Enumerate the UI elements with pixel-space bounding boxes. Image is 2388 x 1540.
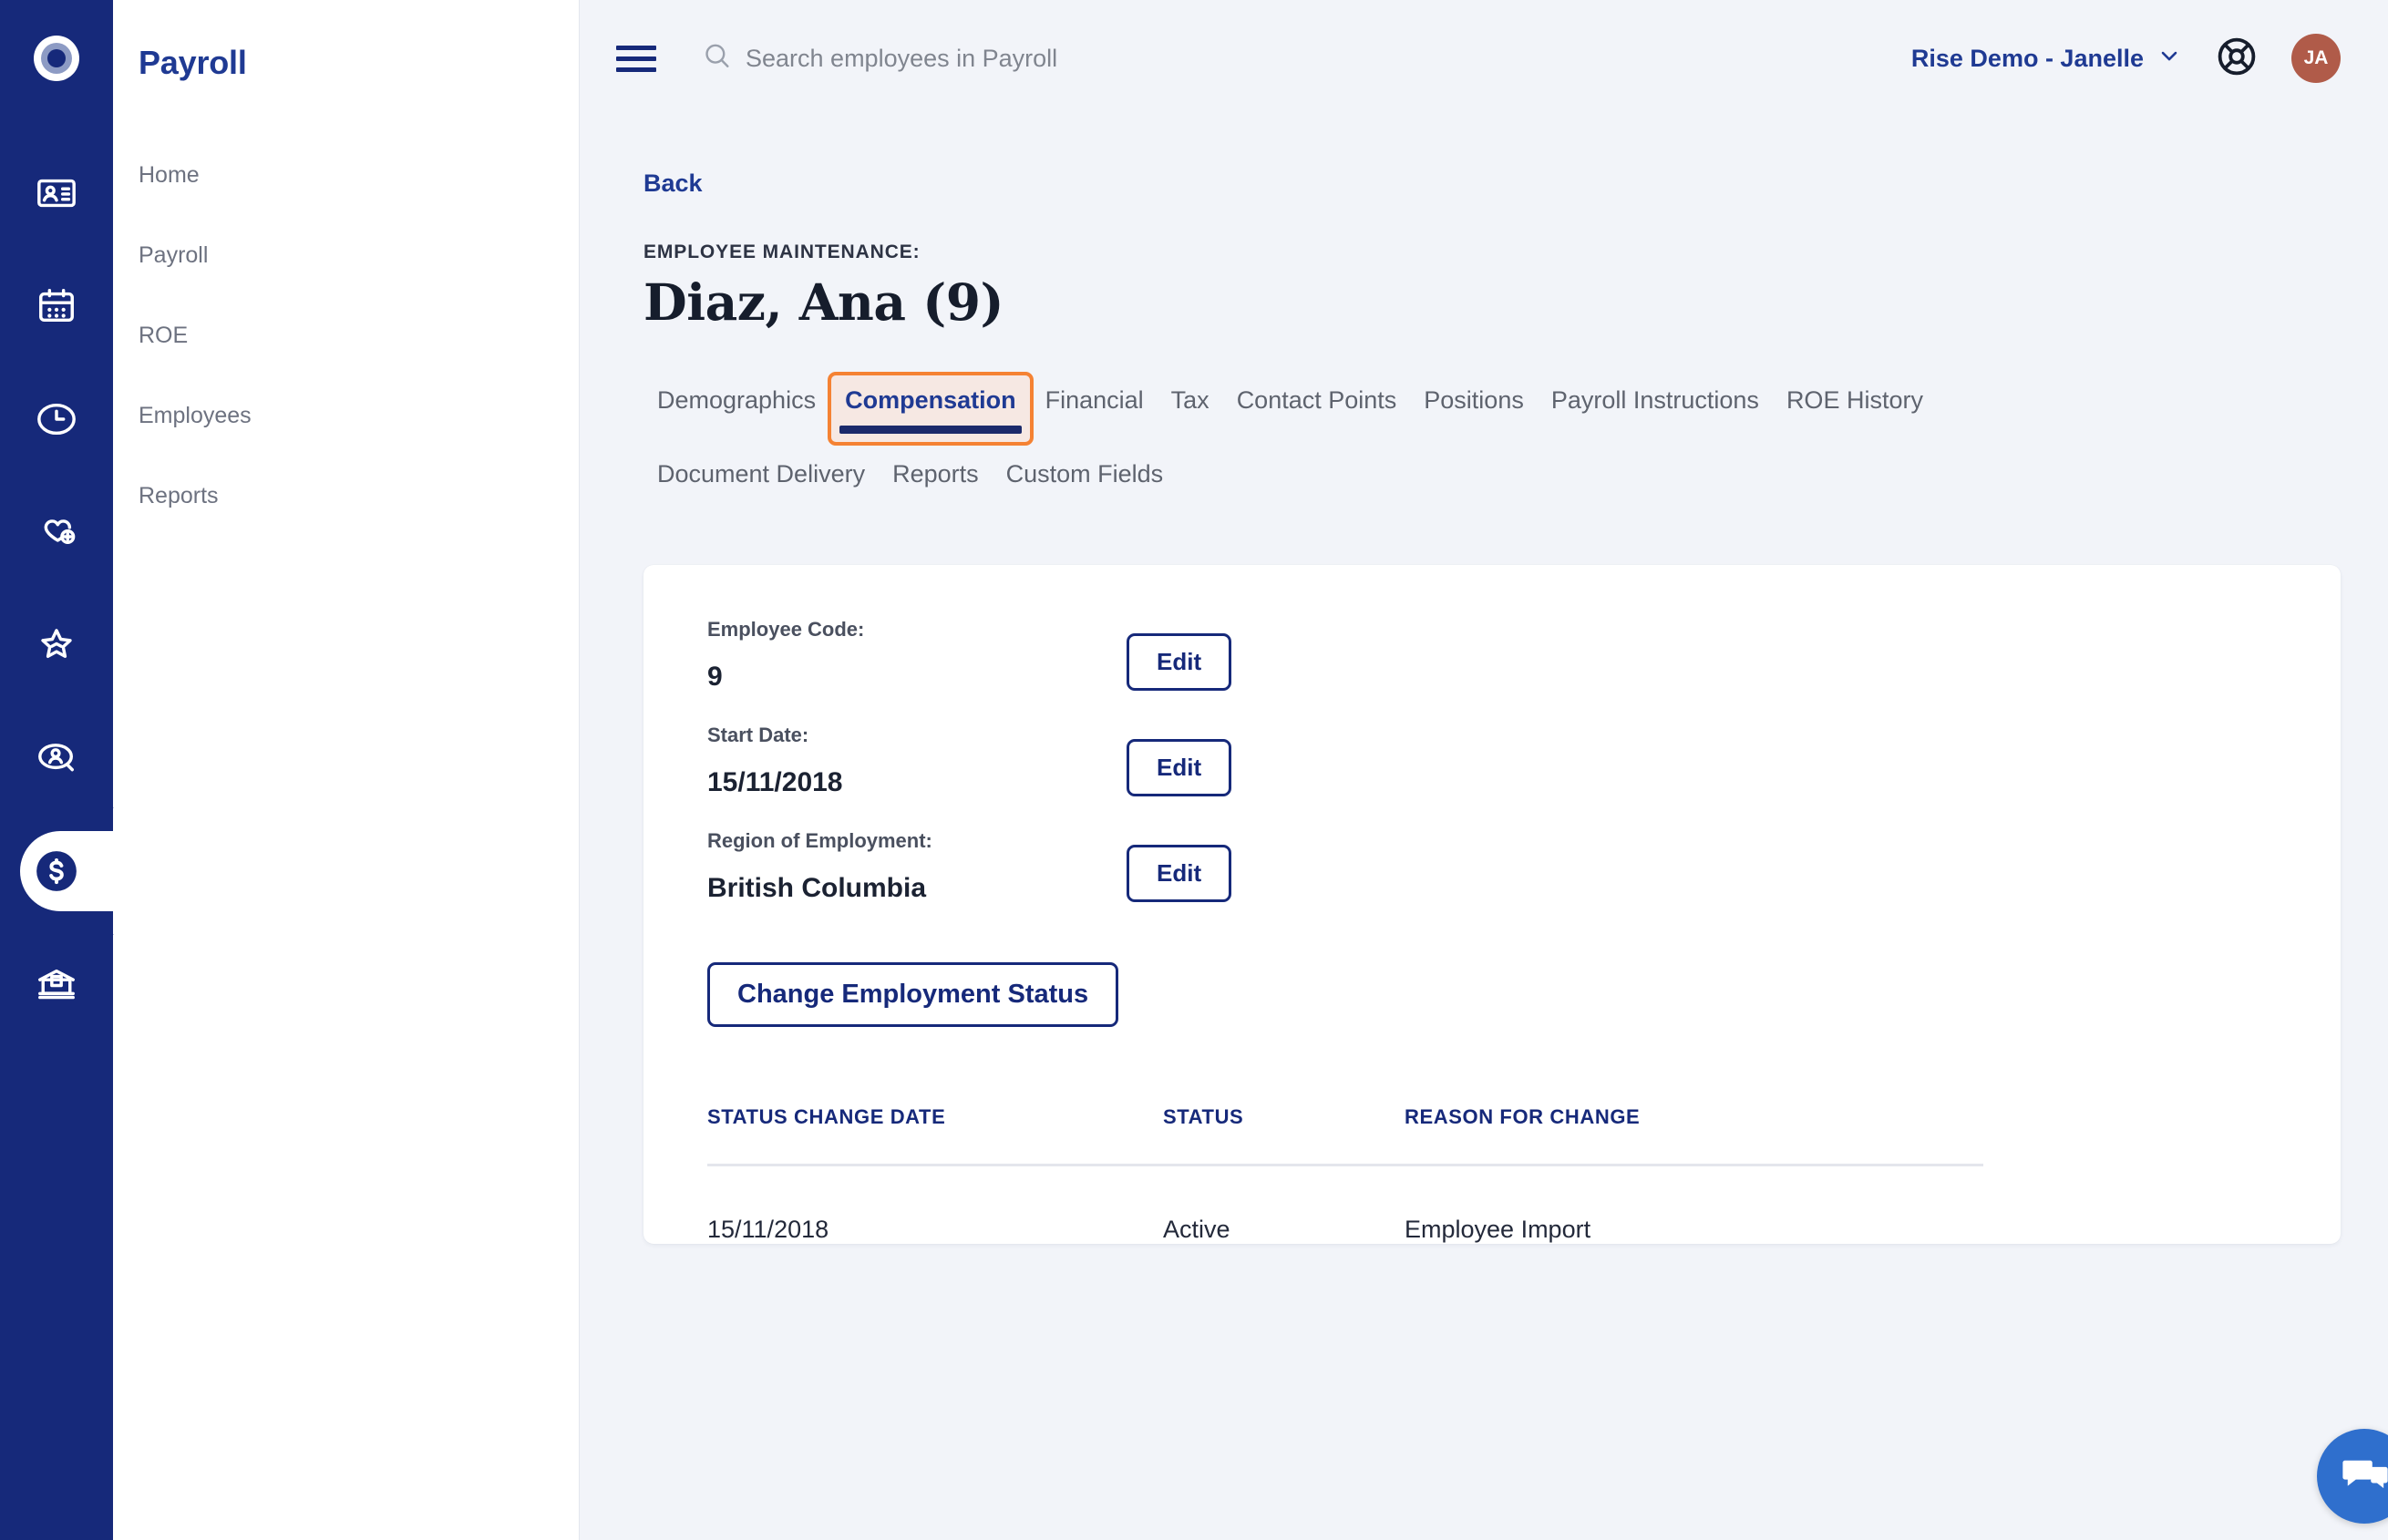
target-circle-logo-icon	[34, 36, 79, 81]
pill-notch-top	[93, 807, 117, 831]
edit-start-date-button[interactable]: Edit	[1127, 739, 1232, 797]
icon-rail	[0, 0, 166, 1540]
rail-item-calendar[interactable]	[0, 250, 113, 363]
pill-notch-bottom	[93, 911, 117, 935]
lifebuoy-help-icon[interactable]	[2215, 35, 2259, 83]
main-area: Rise Demo - Janelle	[580, 0, 2388, 1540]
nav-link-list: Home Payroll ROE Employees Reports	[113, 135, 579, 536]
tab-reports[interactable]: Reports	[879, 449, 993, 499]
tab-payroll-instructions[interactable]: Payroll Instructions	[1538, 375, 1773, 426]
rail-item-performance[interactable]	[0, 589, 113, 702]
page-content: Back EMPLOYEE MAINTENANCE: Diaz, Ana (9)…	[580, 117, 2388, 1245]
tab-bar: Demographics Compensation Financial Tax …	[643, 372, 2065, 499]
rail-item-payroll[interactable]	[0, 807, 166, 935]
change-employment-status-button[interactable]: Change Employment Status	[707, 962, 1119, 1028]
tab-compensation[interactable]: Compensation	[828, 372, 1034, 447]
hamburger-line	[616, 67, 656, 72]
hamburger-menu-icon[interactable]	[616, 45, 656, 72]
column-header-status-change-date: STATUS CHANGE DATE	[707, 1105, 1163, 1167]
edit-employee-code-button[interactable]: Edit	[1127, 633, 1232, 692]
search-input[interactable]	[746, 44, 1438, 73]
nav-link-home[interactable]: Home	[113, 135, 579, 215]
chat-support-button[interactable]	[2317, 1429, 2388, 1524]
nav-panel-title: Payroll	[139, 44, 247, 81]
rail-item-contact-card[interactable]	[0, 137, 113, 250]
tab-active-underline	[839, 426, 1022, 435]
field-value-region-of-employment: British Columbia	[707, 873, 927, 904]
rail-item-list	[0, 137, 166, 1041]
heart-plus-icon	[36, 511, 77, 553]
chevron-down-icon	[2156, 43, 2182, 75]
field-label-region-of-employment: Region of Employment:	[707, 829, 932, 853]
contact-card-icon	[36, 172, 77, 214]
search-box[interactable]	[702, 41, 1438, 77]
table-header-row: STATUS CHANGE DATE STATUS REASON FOR CHA…	[707, 1105, 1983, 1167]
rail-item-recruiting[interactable]	[0, 702, 113, 815]
star-icon	[36, 624, 77, 666]
rail-item-benefits[interactable]	[0, 476, 113, 589]
top-bar-right: Rise Demo - Janelle JA	[1911, 34, 2341, 83]
tab-demographics[interactable]: Demographics	[643, 375, 829, 426]
nav-link-reports[interactable]: Reports	[113, 456, 579, 536]
back-link[interactable]: Back	[643, 169, 703, 198]
hamburger-line	[616, 45, 656, 50]
org-switcher[interactable]: Rise Demo - Janelle	[1911, 43, 2182, 75]
tab-financial[interactable]: Financial	[1032, 375, 1158, 426]
dollar-circle-icon	[34, 848, 79, 894]
hamburger-line	[616, 56, 656, 61]
calendar-icon	[36, 285, 77, 327]
edit-region-of-employment-button[interactable]: Edit	[1127, 845, 1232, 903]
field-row-region-of-employment: Region of Employment: British Columbia E…	[643, 829, 2341, 904]
rail-item-clock[interactable]	[0, 363, 113, 476]
cell-status: Active	[1163, 1216, 1230, 1244]
field-value-employee-code: 9	[707, 662, 723, 693]
chat-bubble-icon	[2340, 1450, 2388, 1504]
app-root: Payroll Home Payroll ROE Employees Repor…	[0, 0, 2388, 1540]
page-title: Diaz, Ana (9)	[643, 272, 1004, 332]
employment-status-table: STATUS CHANGE DATE STATUS REASON FOR CHA…	[707, 1105, 1983, 1244]
column-header-reason-for-change: REASON FOR CHANGE	[1405, 1105, 1983, 1167]
search-icon	[702, 41, 733, 77]
tab-tax[interactable]: Tax	[1158, 375, 1223, 426]
cell-status-change-date: 15/11/2018	[707, 1216, 829, 1244]
field-label-employee-code: Employee Code:	[707, 618, 865, 642]
page-eyebrow: EMPLOYEE MAINTENANCE:	[643, 241, 921, 262]
tab-contact-points[interactable]: Contact Points	[1223, 375, 1411, 426]
table-body: 15/11/2018 Active Employee Import	[707, 1165, 1983, 1245]
field-value-start-date: 15/11/2018	[707, 767, 843, 798]
nav-panel: Payroll Home Payroll ROE Employees Repor…	[113, 0, 580, 1540]
field-block: Region of Employment: British Columbia	[707, 829, 1127, 904]
tab-document-delivery[interactable]: Document Delivery	[643, 449, 879, 499]
field-row-employee-code: Employee Code: 9 Edit	[643, 618, 2341, 693]
app-logo[interactable]	[0, 22, 113, 95]
field-row-start-date: Start Date: 15/11/2018 Edit	[643, 724, 2341, 798]
top-bar: Rise Demo - Janelle	[580, 0, 2388, 117]
nav-link-payroll[interactable]: Payroll	[113, 215, 579, 295]
tab-positions[interactable]: Positions	[1410, 375, 1538, 426]
org-switcher-label: Rise Demo - Janelle	[1910, 44, 2144, 72]
archive-box-icon	[36, 963, 77, 1005]
person-search-icon	[36, 737, 77, 779]
avatar[interactable]: JA	[2291, 34, 2341, 83]
tab-roe-history[interactable]: ROE History	[1773, 375, 1937, 426]
field-block: Employee Code: 9	[707, 618, 1127, 693]
tab-compensation-label: Compensation	[845, 386, 1016, 414]
compensation-card: Employee Code: 9 Edit Start Date: 15/11/…	[643, 565, 2341, 1245]
column-header-status: STATUS	[1163, 1105, 1405, 1167]
clock-icon	[36, 398, 77, 440]
field-block: Start Date: 15/11/2018	[707, 724, 1127, 798]
field-label-start-date: Start Date:	[707, 724, 809, 747]
table-row[interactable]: 15/11/2018 Active Employee Import	[707, 1165, 1983, 1245]
table-head: STATUS CHANGE DATE STATUS REASON FOR CHA…	[707, 1105, 1983, 1167]
avatar-initials: JA	[2303, 47, 2329, 68]
rail-item-documents[interactable]	[0, 928, 113, 1041]
nav-link-roe[interactable]: ROE	[113, 295, 579, 375]
cell-reason-for-change: Employee Import	[1405, 1216, 1591, 1244]
nav-link-employees[interactable]: Employees	[113, 375, 579, 456]
tab-custom-fields[interactable]: Custom Fields	[993, 449, 1178, 499]
